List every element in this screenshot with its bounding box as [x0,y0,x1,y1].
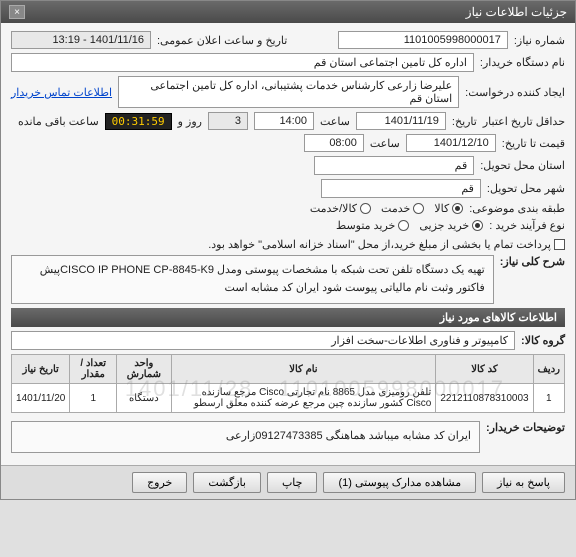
requirement-details-window: جزئیات اطلاعات نیاز × شماره نیاز: 110100… [0,0,576,500]
general-desc-text: تهیه یک دستگاه تلفن تحت شبکه با مشخصات پ… [11,255,494,304]
deadline-label: حداقل تاریخ اعتبار [483,115,565,128]
checkbox-icon [554,239,565,250]
group-value: کامپیوتر و فناوری اطلاعات-سخت افزار [11,331,515,350]
table-row: 1 2212110878310003 تلفن رومیزی مدل 8865 … [12,384,565,413]
days-label: روز و [178,115,202,128]
form-content: شماره نیاز: 1101005998000017 تاریخ و ساع… [1,23,575,465]
radio-dot-icon [360,203,371,214]
price-until-date: 1401/12/10 [406,134,496,152]
reply-button[interactable]: پاسخ به نیاز [482,472,565,493]
announce-value: 1401/11/16 - 13:19 [11,31,151,49]
category-radios: کالا خدمت کالا/خدمت [310,202,463,215]
price-until-label: قیمت تا تاریخ: [502,137,565,150]
th-idx: ردیف [533,355,564,384]
items-section-header: اطلاعات کالاهای مورد نیاز [11,308,565,327]
table-header-row: ردیف کد کالا نام کالا واحد شمارش تعداد /… [12,355,565,384]
category-label: طبقه بندی موضوعی: [469,202,565,215]
window-title: جزئیات اطلاعات نیاز [466,5,567,19]
attachments-button[interactable]: مشاهده مدارک پیوستی (1) [323,472,476,493]
radio-buy-low-label: خرید جزیی [419,219,469,232]
deliver-province: قم [314,156,474,175]
req-no-value: 1101005998000017 [338,31,508,49]
countdown-timer: 00:31:59 [105,113,172,130]
th-name: نام کالا [171,355,436,384]
radio-goods[interactable]: کالا [434,202,463,215]
cell-date: 1401/11/20 [12,384,70,413]
deadline-label2: تاریخ: [452,115,477,128]
creator-value: علیرضا زارعی کارشناس خدمات پشتیبانی، ادا… [118,76,459,108]
deliver-city: قم [321,179,481,198]
radio-buy-mid-label: خرید متوسط [336,219,395,232]
exit-button[interactable]: خروج [132,472,187,493]
radio-dot-icon [398,220,409,231]
group-label: گروه کالا: [521,334,565,347]
deliver-province-label: استان محل تحویل: [480,159,565,172]
buyer-org-label: نام دستگاه خریدار: [480,56,565,69]
back-button[interactable]: بازگشت [193,472,261,493]
treasury-note: پرداخت تمام یا بخشی از مبلغ خرید،از محل … [208,238,551,251]
price-until-time: 08:00 [304,134,364,152]
items-table-wrap: 1101005998000017 - 1401/11/28 ردیف کد کا… [11,354,565,413]
req-no-label: شماره نیاز: [514,34,565,47]
cell-name: تلفن رومیزی مدل 8865 نام تجارتی Cisco مر… [171,384,436,413]
deadline-time-label: ساعت [320,115,350,128]
buy-process-radios: خرید جزیی خرید متوسط [336,219,483,232]
th-date: تاریخ نیاز [12,355,70,384]
cell-qty: 1 [70,384,117,413]
radio-goods-service[interactable]: کالا/خدمت [310,202,371,215]
deliver-city-label: شهر محل تحویل: [487,182,565,195]
radio-dot-icon [452,203,463,214]
footer-buttons: پاسخ به نیاز مشاهده مدارک پیوستی (1) چاپ… [1,465,575,499]
radio-buy-low[interactable]: خرید جزیی [419,219,483,232]
buyer-org-value: اداره کل تامین اجتماعی استان قم [11,53,474,72]
close-icon[interactable]: × [9,5,25,19]
radio-dot-icon [472,220,483,231]
print-button[interactable]: چاپ [267,472,318,493]
deadline-time: 14:00 [254,112,314,130]
radio-service-label: خدمت [381,202,410,215]
buy-process-label: نوع فرآیند خرید : [489,219,565,232]
radio-service[interactable]: خدمت [381,202,424,215]
cell-code: 2212110878310003 [436,384,533,413]
contact-link[interactable]: اطلاعات تماس خریدار [11,86,112,99]
title-bar: جزئیات اطلاعات نیاز × [1,1,575,23]
buyer-note-label: توضیحات خریدار: [486,421,565,434]
radio-dot-icon [413,203,424,214]
radio-buy-mid[interactable]: خرید متوسط [336,219,409,232]
creator-label: ایجاد کننده درخواست: [465,86,565,99]
cell-unit: دستگاه [117,384,171,413]
cell-idx: 1 [533,384,564,413]
radio-goods-label: کالا [434,202,449,215]
general-desc-label: شرح کلی نیاز: [500,255,565,268]
days-remaining: 3 [208,112,248,130]
price-until-time-label: ساعت [370,137,400,150]
items-table: ردیف کد کالا نام کالا واحد شمارش تعداد /… [11,354,565,413]
announce-label: تاریخ و ساعت اعلان عمومی: [157,34,287,47]
th-qty: تعداد / مقدار [70,355,117,384]
th-code: کد کالا [436,355,533,384]
th-unit: واحد شمارش [117,355,171,384]
radio-gs-label: کالا/خدمت [310,202,357,215]
remain-label: ساعت باقی مانده [18,115,99,128]
treasury-checkbox[interactable]: پرداخت تمام یا بخشی از مبلغ خرید،از محل … [208,238,565,251]
buyer-note-text: ایران کد مشابه میباشد هماهنگی 0912747338… [11,421,480,453]
deadline-date: 1401/11/19 [356,112,446,130]
